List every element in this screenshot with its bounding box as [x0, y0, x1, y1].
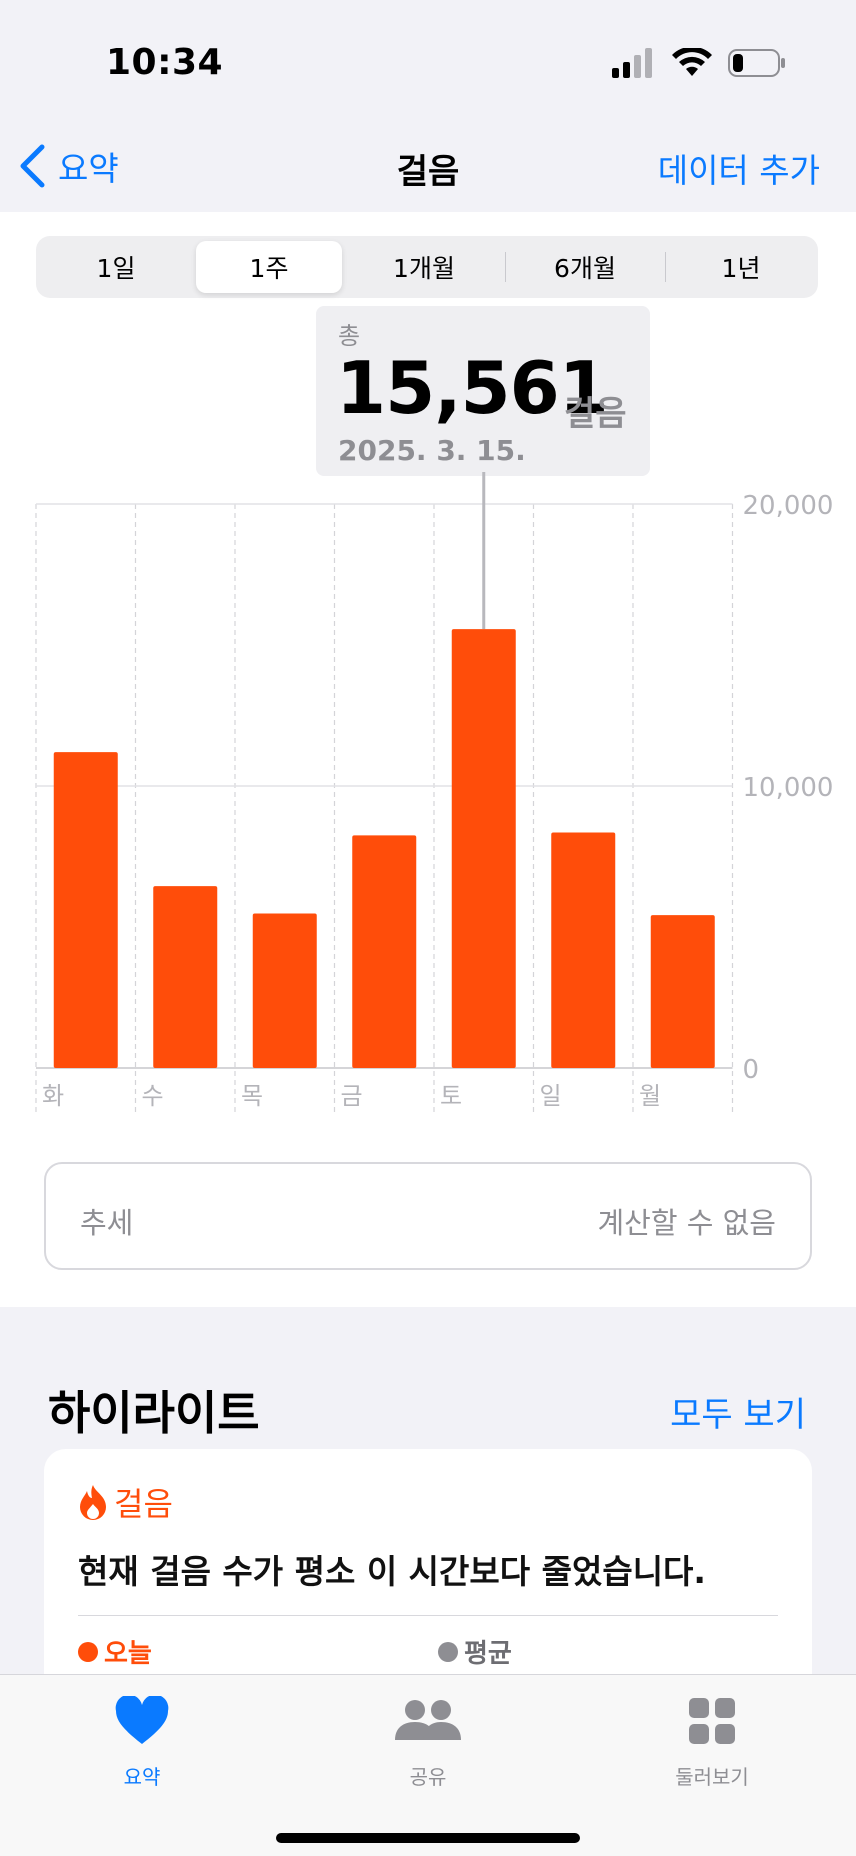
chart-bar — [252, 913, 317, 1068]
home-indicator — [276, 1833, 580, 1843]
segment-six-months[interactable]: 6개월 — [508, 241, 662, 293]
tab-browse[interactable]: 둘러보기 — [612, 1689, 812, 1799]
tab-sharing[interactable]: 공유 — [328, 1689, 528, 1799]
x-tick-label: 목 — [241, 1082, 263, 1110]
highlights-title: 하이라이트 — [48, 1386, 260, 1440]
legend-average: 평균 — [438, 1633, 512, 1670]
see-all-button[interactable]: 모두 보기 — [670, 1387, 806, 1436]
status-time: 10:34 — [106, 42, 224, 83]
tab-sharing-label: 공유 — [409, 1765, 447, 1789]
heart-icon — [115, 1696, 169, 1744]
grid-icon — [689, 1698, 735, 1744]
status-icons — [612, 46, 786, 80]
x-tick-label: 토 — [440, 1082, 462, 1110]
x-tick-label: 수 — [142, 1082, 164, 1110]
selected-value-tooltip: 총 15,561 걸음 2025. 3. 15. — [316, 306, 650, 476]
steps-bar-chart[interactable]: 0 10,000 20,000 화 수 목 금 토 일 월 — [0, 472, 856, 1122]
highlight-card[interactable]: 걸음 현재 걸음 수가 평소 이 시간보다 줄었습니다. 오늘 평균 — [44, 1449, 812, 1709]
x-tick-label: 월 — [639, 1082, 661, 1110]
chart-bar — [153, 886, 218, 1068]
tab-summary-label: 요약 — [123, 1765, 161, 1789]
segment-day[interactable]: 1일 — [40, 241, 192, 293]
y-tick-label: 10,000 — [743, 773, 834, 803]
y-tick-label: 0 — [743, 1055, 760, 1085]
highlights-section: 하이라이트 모두 보기 걸음 현재 걸음 수가 평소 이 시간보다 줄었습니다.… — [0, 1307, 856, 1709]
segment-divider — [505, 252, 506, 282]
status-bar: 10:34 — [0, 0, 856, 120]
average-dot-icon — [438, 1641, 458, 1662]
segment-week[interactable]: 1주 — [196, 241, 342, 293]
x-tick-label: 금 — [341, 1082, 363, 1110]
wifi-icon — [672, 48, 712, 76]
highlight-category: 걸음 — [78, 1479, 173, 1525]
chart-bar — [352, 835, 417, 1068]
segment-year[interactable]: 1년 — [668, 241, 814, 293]
segment-divider — [665, 252, 666, 282]
chart-bar — [650, 915, 715, 1068]
tooltip-unit: 걸음 — [564, 394, 627, 434]
period-segmented-control: 1일 1주 1개월 6개월 1년 — [36, 236, 818, 298]
x-tick-label: 일 — [540, 1082, 562, 1110]
trend-row[interactable]: 추세 계산할 수 없음 — [44, 1162, 812, 1270]
chart-bar — [551, 832, 616, 1068]
segment-month[interactable]: 1개월 — [346, 241, 502, 293]
flame-icon — [80, 1485, 106, 1520]
tab-bar: 요약 공유 둘러보기 — [0, 1674, 856, 1856]
y-tick-label: 20,000 — [743, 491, 834, 521]
trend-value: 계산할 수 없음 — [597, 1206, 776, 1240]
highlight-divider — [78, 1615, 778, 1616]
cellular-signal-icon — [612, 48, 652, 78]
highlight-message: 현재 걸음 수가 평소 이 시간보다 줄었습니다. — [78, 1552, 706, 1591]
legend-today: 오늘 — [78, 1633, 152, 1670]
chart-bar — [451, 629, 516, 1068]
highlight-category-label: 걸음 — [114, 1485, 173, 1523]
steps-content: 1일 1주 1개월 6개월 1년 총 15,561 걸음 2025. 3. 15… — [0, 212, 856, 1307]
tooltip-date: 2025. 3. 15. — [338, 434, 526, 467]
chart-bar — [53, 752, 118, 1068]
x-tick-label: 화 — [42, 1082, 64, 1110]
navigation-bar: 요약 걸음 데이터 추가 — [0, 120, 856, 212]
tab-browse-label: 둘러보기 — [675, 1765, 749, 1789]
tab-summary[interactable]: 요약 — [42, 1689, 242, 1799]
trend-label: 추세 — [80, 1206, 134, 1240]
people-icon — [395, 1700, 461, 1740]
battery-icon — [728, 49, 785, 77]
today-dot-icon — [78, 1641, 98, 1662]
add-data-button[interactable]: 데이터 추가 — [658, 144, 820, 192]
